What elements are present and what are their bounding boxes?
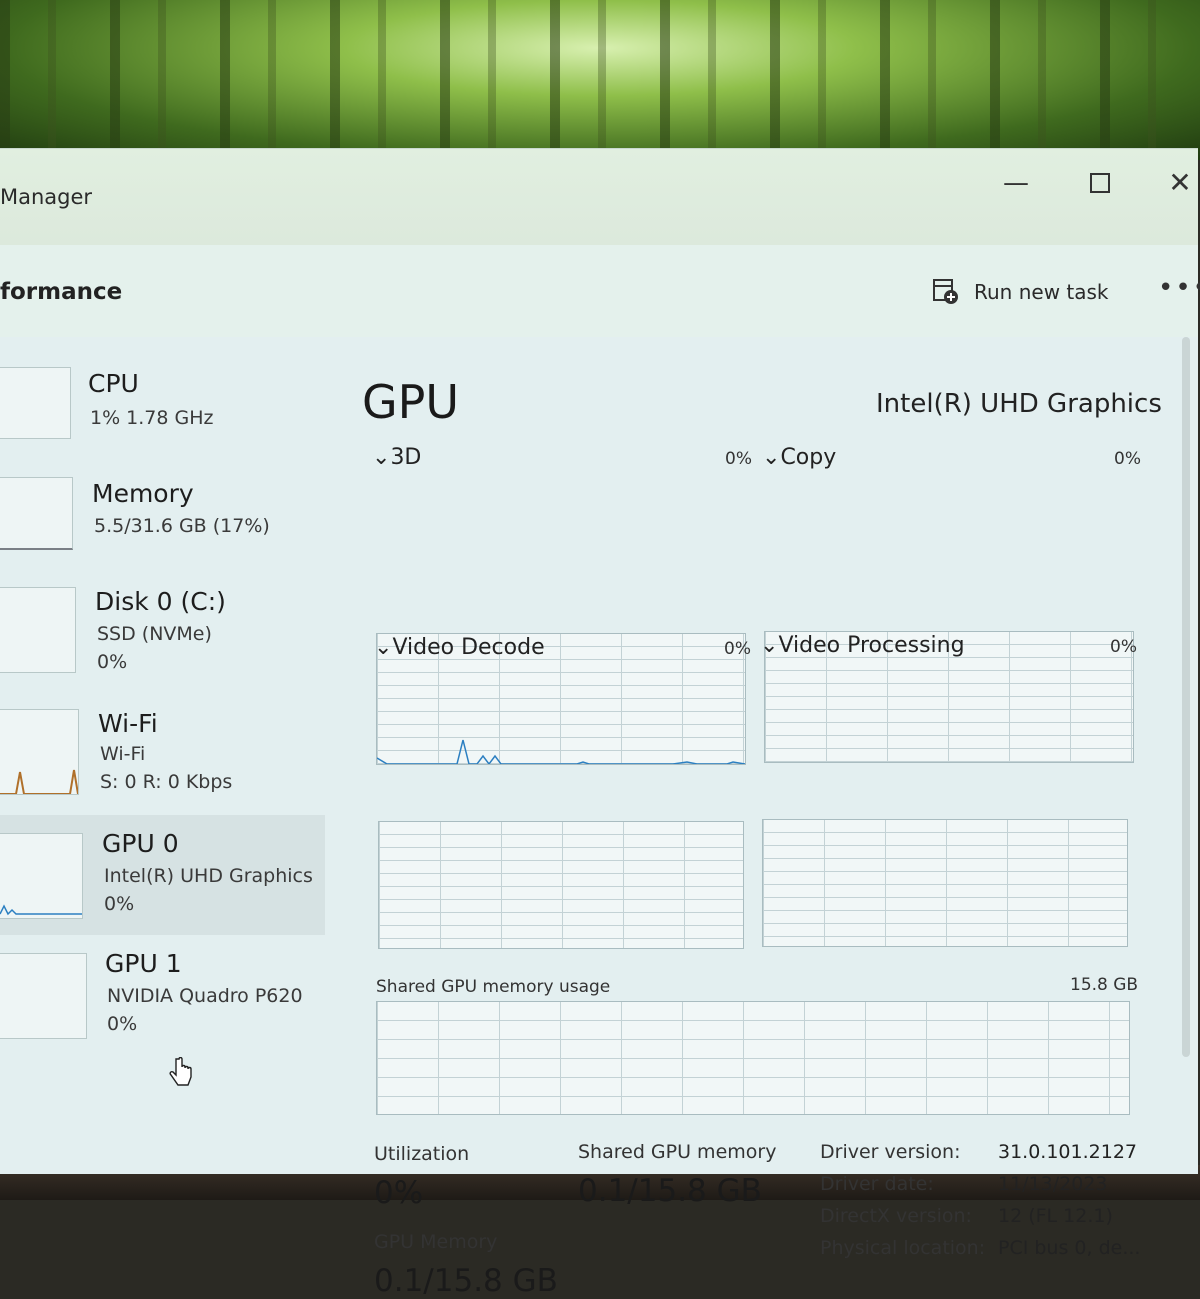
sidebar-item-cpu[interactable]: CPU 1% 1.78 GHz <box>0 367 325 477</box>
shared-gpu-memory-label: Shared GPU memory <box>578 1141 777 1163</box>
gpu1-thumbnail <box>0 953 87 1039</box>
close-button[interactable]: ✕ <box>1160 163 1200 203</box>
run-new-task-label: Run new task <box>974 280 1109 304</box>
minimize-button[interactable]: — <box>996 163 1036 203</box>
maximize-icon <box>1090 173 1110 193</box>
wifi-throughput: S: 0 R: 0 Kbps <box>100 771 233 793</box>
engine-video-processing-percent: 0% <box>1110 637 1137 657</box>
run-task-icon <box>933 279 958 304</box>
page-title: formance <box>0 279 123 305</box>
wifi-type: Wi-Fi <box>100 743 146 765</box>
memory-name: Memory <box>92 479 194 508</box>
desktop-wallpaper <box>0 0 1200 160</box>
driver-version-value: 31.0.101.2127 <box>998 1141 1138 1163</box>
sidebar-item-gpu1[interactable]: GPU 1 NVIDIA Quadro P620 0% <box>0 947 325 1057</box>
driver-date-value: 11/13/2023 <box>998 1173 1108 1195</box>
more-options-button[interactable]: ••• <box>1158 273 1200 303</box>
wifi-name: Wi-Fi <box>98 709 158 738</box>
disk-thumbnail <box>0 587 76 673</box>
physical-location-key: Physical location: <box>820 1237 986 1259</box>
cpu-usage: 1% 1.78 GHz <box>90 407 214 429</box>
disk-type: SSD (NVMe) <box>97 623 212 645</box>
sidebar-item-disk[interactable]: Disk 0 (C:) SSD (NVMe) 0% <box>0 587 325 697</box>
gpu-memory-value: 0.1/15.8 GB <box>374 1263 558 1299</box>
hand-cursor-icon <box>169 1057 192 1086</box>
task-manager-window: Manager — ✕ formance Run new task ••• CP… <box>0 148 1200 1299</box>
engine-video-decode-label[interactable]: ⌄Video Decode <box>374 635 545 660</box>
sidebar-item-wifi[interactable]: Wi-Fi Wi-Fi S: 0 R: 0 Kbps <box>0 709 325 819</box>
device-sidebar: CPU 1% 1.78 GHz Memory 5.5/31.6 GB (17%)… <box>0 337 330 1174</box>
engine-video-decode-percent: 0% <box>724 639 751 659</box>
scrollbar[interactable] <box>1182 337 1190 1057</box>
directx-version-key: DirectX version: <box>820 1205 972 1227</box>
engine-copy-percent: 0% <box>1114 449 1141 469</box>
cpu-thumbnail <box>0 367 71 439</box>
shared-memory-graph <box>376 1001 1130 1115</box>
gpu-memory-label: GPU Memory <box>374 1231 498 1253</box>
gpu0-thumbnail <box>0 833 83 919</box>
gpu0-model: Intel(R) UHD Graphics <box>104 865 313 887</box>
utilization-label: Utilization <box>374 1143 470 1165</box>
physical-location-value: PCI bus 0, de... <box>998 1237 1141 1259</box>
shared-memory-max: 15.8 GB <box>1070 975 1139 995</box>
engine-video-decode-graph <box>378 821 744 949</box>
engine-video-processing-label[interactable]: ⌄Video Processing <box>760 633 965 658</box>
gpu0-name: GPU 0 <box>102 829 179 858</box>
maximize-button[interactable] <box>1080 163 1120 203</box>
engine-copy-label[interactable]: ⌄Copy <box>762 445 836 470</box>
performance-content: CPU 1% 1.78 GHz Memory 5.5/31.6 GB (17%)… <box>0 337 1198 1299</box>
engine-3d-percent: 0% <box>725 449 752 469</box>
gpu0-sparkline <box>0 904 82 916</box>
engine-3d-trace-line <box>377 739 745 764</box>
directx-version-value: 12 (FL 12.1) <box>998 1205 1113 1227</box>
window-title: Manager <box>0 185 93 209</box>
title-bar: Manager — ✕ <box>0 149 1198 245</box>
wifi-sparkline <box>0 769 79 795</box>
utilization-value: 0% <box>374 1175 424 1211</box>
gpu-model-name: Intel(R) UHD Graphics <box>876 389 1162 419</box>
shared-memory-graph-label: Shared GPU memory usage <box>376 977 611 997</box>
run-new-task-button[interactable]: Run new task <box>932 275 1109 309</box>
disk-name: Disk 0 (C:) <box>95 587 226 616</box>
memory-usage: 5.5/31.6 GB (17%) <box>94 515 270 537</box>
engine-video-processing-graph <box>762 819 1128 947</box>
gpu0-usage: 0% <box>104 893 135 915</box>
gpu-title: GPU <box>362 375 460 429</box>
toolbar: formance Run new task ••• <box>0 245 1200 338</box>
cpu-name: CPU <box>88 369 139 398</box>
memory-thumbnail <box>0 477 73 550</box>
driver-date-key: Driver date: <box>820 1173 934 1195</box>
gpu1-usage: 0% <box>107 1013 138 1035</box>
shared-gpu-memory-value: 0.1/15.8 GB <box>578 1173 762 1209</box>
sidebar-item-memory[interactable]: Memory 5.5/31.6 GB (17%) <box>0 477 325 587</box>
wifi-thumbnail <box>0 709 79 795</box>
engine-3d-label[interactable]: ⌄3D <box>372 445 421 470</box>
disk-usage: 0% <box>97 651 128 673</box>
gpu1-model: NVIDIA Quadro P620 <box>107 985 303 1007</box>
driver-version-key: Driver version: <box>820 1141 961 1163</box>
gpu1-name: GPU 1 <box>105 949 182 978</box>
sidebar-item-gpu0[interactable]: GPU 0 Intel(R) UHD Graphics 0% <box>0 815 325 935</box>
